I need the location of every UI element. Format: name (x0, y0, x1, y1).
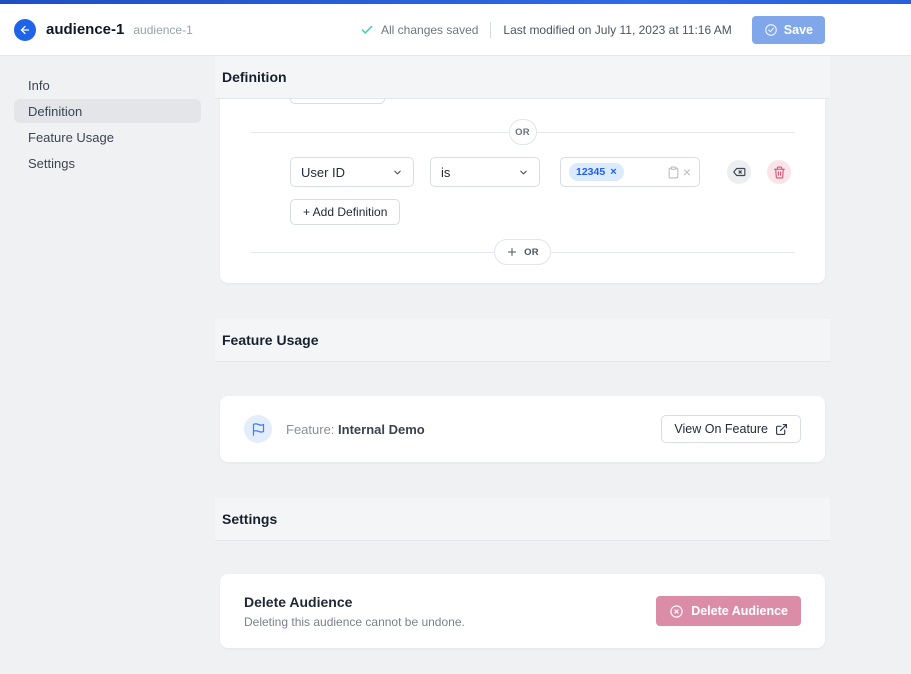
app-window: audience-1 audience-1 All changes saved … (0, 0, 911, 674)
main-layout: Info Definition Feature Usage Settings D… (0, 56, 911, 674)
view-on-feature-button[interactable]: View On Feature (661, 415, 801, 443)
last-modified-text: Last modified on July 11, 2023 at 11:16 … (503, 23, 731, 37)
trash-icon (773, 166, 786, 179)
sidebar-item-label: Feature Usage (28, 130, 114, 145)
page-title: audience-1 (46, 21, 124, 38)
topbar-right: All changes saved Last modified on July … (360, 16, 825, 44)
chevron-down-icon (392, 167, 403, 178)
backspace-button[interactable] (727, 160, 751, 184)
add-or-divider: OR (250, 239, 795, 265)
external-link-icon (775, 423, 788, 436)
section-title: Feature Usage (222, 332, 318, 348)
topbar: audience-1 audience-1 All changes saved … (0, 4, 911, 56)
save-button[interactable]: Save (752, 16, 825, 44)
input-icons: × (667, 165, 691, 179)
delete-audience-text: Delete Audience Deleting this audience c… (244, 594, 465, 629)
delete-audience-button-label: Delete Audience (691, 604, 788, 618)
save-check-icon (764, 23, 778, 37)
remove-tag-icon[interactable]: × (610, 167, 616, 178)
save-button-label: Save (784, 23, 813, 37)
feature-usage-section: Feature Usage Feature: Internal Demo Vie… (215, 319, 830, 462)
page-subtitle: audience-1 (133, 23, 192, 37)
section-title: Definition (222, 69, 287, 85)
back-arrow-icon (19, 24, 31, 36)
feature-usage-card: Feature: Internal Demo View On Feature (220, 396, 825, 462)
sidebar-item-info[interactable]: Info (14, 73, 201, 97)
chevron-down-icon (518, 167, 529, 178)
add-or-button[interactable]: OR (494, 239, 551, 265)
sidebar-item-settings[interactable]: Settings (14, 151, 201, 175)
field-select[interactable]: User ID (290, 157, 414, 187)
backspace-icon (732, 165, 746, 179)
content-column: Definition OR User ID (215, 56, 830, 674)
topbar-divider (490, 22, 491, 38)
sidebar-item-label: Definition (28, 104, 82, 119)
back-button[interactable] (14, 19, 36, 41)
delete-condition-button[interactable] (767, 160, 791, 184)
view-on-feature-label: View On Feature (674, 422, 768, 436)
feature-label: Feature: (286, 422, 334, 437)
sidebar-item-label: Info (28, 78, 50, 93)
operator-select-value: is (441, 165, 450, 180)
field-select-value: User ID (301, 165, 345, 180)
clipped-button[interactable] (290, 99, 385, 104)
value-tag-label: 12345 (576, 166, 605, 178)
add-definition-button[interactable]: + Add Definition (290, 199, 400, 225)
values-input[interactable]: 12345 × × (560, 157, 700, 187)
sidebar-item-feature-usage[interactable]: Feature Usage (14, 125, 201, 149)
delete-audience-card: Delete Audience Deleting this audience c… (220, 574, 825, 648)
or-divider-badge: OR (509, 119, 537, 145)
circle-x-icon (669, 604, 684, 619)
operator-select[interactable]: is (430, 157, 540, 187)
value-tag: 12345 × (569, 163, 624, 181)
definition-section-header: Definition (215, 56, 830, 99)
condition-row: User ID is (290, 157, 825, 187)
delete-audience-description: Deleting this audience cannot be undone. (244, 615, 465, 629)
sidebar: Info Definition Feature Usage Settings (0, 56, 215, 674)
clear-input-icon[interactable]: × (683, 165, 691, 179)
delete-audience-title: Delete Audience (244, 594, 465, 610)
save-status-text: All changes saved (381, 23, 478, 37)
feature-text: Feature: Internal Demo (286, 422, 425, 437)
definition-card: OR User ID is (220, 99, 825, 283)
or-divider: OR (250, 119, 795, 145)
delete-audience-button[interactable]: Delete Audience (656, 596, 801, 626)
plus-icon (506, 246, 518, 258)
definition-section: Definition OR User ID (215, 56, 830, 283)
settings-section: Settings Delete Audience Deleting this a… (215, 498, 830, 648)
paste-icon[interactable] (667, 166, 680, 179)
add-or-button-label: OR (524, 247, 539, 258)
feature-name: Internal Demo (338, 422, 425, 437)
sidebar-item-label: Settings (28, 156, 75, 171)
saved-check-icon (360, 23, 374, 37)
settings-section-header: Settings (215, 498, 830, 541)
sidebar-item-definition[interactable]: Definition (14, 99, 201, 123)
feature-usage-section-header: Feature Usage (215, 319, 830, 362)
flag-icon (244, 415, 272, 443)
section-title: Settings (222, 511, 277, 527)
